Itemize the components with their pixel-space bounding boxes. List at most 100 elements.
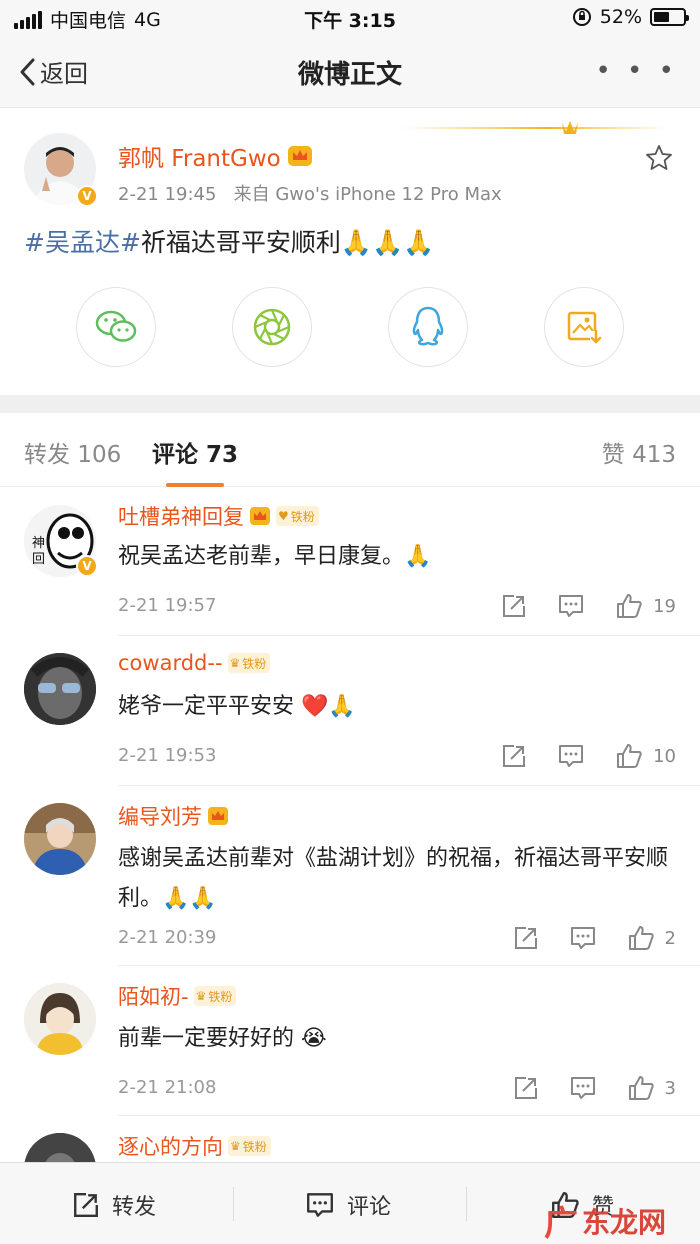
like-button[interactable]: 3	[627, 1075, 676, 1101]
reply-icon[interactable]	[569, 1075, 597, 1101]
save-image-icon	[567, 311, 602, 345]
fan-badge-label: 铁粉	[242, 656, 267, 671]
tab-like-count: 413	[632, 442, 676, 468]
commenter-name[interactable]: 吐槽弟神回复	[118, 501, 244, 531]
repost-icon[interactable]	[513, 925, 539, 951]
comment-item: 编导刘芳 感谢吴孟达前辈对《盐湖计划》的祝福，祈福达哥平安顺利。🙏🙏 2-21 …	[0, 787, 700, 967]
qq-icon	[412, 306, 444, 346]
post-time: 2-21 19:45	[118, 184, 217, 205]
divider	[466, 1187, 467, 1221]
orientation-lock-icon	[572, 8, 591, 26]
thumbs-up-icon	[617, 594, 642, 618]
tab-comment[interactable]: 评论 73	[152, 435, 239, 487]
comment-text: 姥爷一定平平安安 ❤️🙏	[118, 694, 356, 719]
divider	[118, 635, 700, 636]
tab-comment-count: 73	[206, 442, 239, 468]
crown-member-icon	[208, 807, 228, 825]
like-count: 2	[664, 927, 676, 949]
share-qq-button[interactable]	[388, 287, 468, 367]
post-source: 来自 Gwo's iPhone 12 Pro Max	[233, 184, 502, 205]
verified-badge-icon: V	[76, 555, 98, 577]
favorite-star-icon[interactable]	[644, 143, 674, 173]
commenter-avatar[interactable]	[24, 803, 96, 875]
thumbs-up-icon	[617, 744, 642, 768]
status-bar: 中国电信 4G 下午 3:15 52%	[0, 0, 700, 36]
tab-repost-count: 106	[77, 442, 122, 468]
comment-time: 2-21 19:57	[118, 595, 217, 616]
repost-icon[interactable]	[513, 1075, 539, 1101]
heart-icon: ♥	[278, 509, 289, 523]
battery-icon	[650, 8, 689, 26]
wechat-icon	[95, 310, 137, 342]
tab-repost-label: 转发	[24, 442, 70, 468]
share-row	[76, 287, 624, 367]
reply-icon[interactable]	[557, 743, 585, 769]
repost-button[interactable]: 转发	[72, 1189, 156, 1221]
commenter-name[interactable]: 编导刘芳	[118, 801, 202, 831]
divider	[118, 1115, 700, 1116]
comment-text: 祝吴孟达老前辈，早日康复。🙏	[118, 544, 432, 569]
like-count: 19	[653, 595, 676, 617]
like-button[interactable]: 2	[627, 925, 676, 951]
crown-member-icon	[287, 146, 312, 166]
navigation-bar: 返回 微博正文 • • •	[0, 36, 700, 108]
fan-badge: ♛ 铁粉	[228, 1136, 271, 1156]
weibo-post: V 郭帆 FrantGwo 2-21 19:45 来自 Gwo's iPhone…	[0, 109, 700, 395]
reply-icon[interactable]	[557, 593, 585, 619]
post-meta: 2-21 19:45 来自 Gwo's iPhone 12 Pro Max	[118, 180, 502, 206]
comment-time: 2-21 20:39	[118, 927, 217, 948]
comment-button[interactable]: 评论	[305, 1189, 391, 1221]
more-options-button[interactable]: • • •	[595, 56, 678, 86]
like-count: 10	[653, 745, 676, 767]
commenter-avatar[interactable]	[24, 983, 96, 1055]
commenter-avatar[interactable]	[24, 1133, 96, 1162]
author-name-row[interactable]: 郭帆 FrantGwo	[118, 139, 313, 173]
comment-item: 神回 V 吐槽弟神回复 ♥ 铁粉 祝吴孟达老前辈，早日康复。🙏 2-21 19:5…	[0, 487, 700, 637]
crown-icon: ♛	[230, 1139, 241, 1153]
save-image-button[interactable]	[544, 287, 624, 367]
share-moments-button[interactable]	[232, 287, 312, 367]
repost-icon[interactable]	[501, 593, 527, 619]
reply-icon[interactable]	[569, 925, 597, 951]
comment-item: cowardd-- ♛ 铁粉 姥爷一定平平安安 ❤️🙏 2-21 19:53 10	[0, 637, 700, 787]
svg-text:回: 回	[32, 552, 45, 567]
pray-emoji: 🙏🙏🙏	[340, 228, 435, 257]
interaction-tabs: 转发 106 评论 73 赞 413	[0, 413, 700, 487]
comment-item: 逐心的方向 ♛ 铁粉	[0, 1117, 700, 1162]
commenter-name[interactable]: 陌如初-	[118, 981, 189, 1011]
like-button[interactable]: 10	[615, 743, 676, 769]
verified-badge-icon: V	[76, 185, 98, 207]
crown-decoration-icon	[400, 121, 670, 134]
crown-member-icon	[250, 507, 270, 525]
topic-link[interactable]: #吴孟达#	[24, 228, 141, 257]
fan-badge-label: 铁粉	[242, 1139, 267, 1154]
share-wechat-button[interactable]	[76, 287, 156, 367]
divider	[118, 965, 700, 966]
like-count: 3	[664, 1077, 676, 1099]
tab-like-label: 赞	[601, 442, 625, 468]
repost-label: 转发	[112, 1195, 157, 1220]
watermark-text: 东龙网	[581, 1205, 666, 1239]
post-text: #吴孟达#祈福达哥平安顺利🙏🙏🙏	[24, 223, 434, 259]
divider	[118, 785, 700, 786]
thumbs-up-icon	[628, 926, 654, 950]
author-name[interactable]: 郭帆 FrantGwo	[118, 139, 281, 173]
comment-text: 感谢吴孟达前辈对《盐湖计划》的祝福，祈福达哥平安顺利。🙏🙏	[118, 846, 669, 911]
commenter-name[interactable]: cowardd--	[118, 651, 223, 675]
tab-repost[interactable]: 转发 106	[24, 435, 121, 469]
like-button[interactable]: 19	[615, 593, 676, 619]
tab-like[interactable]: 赞 413	[602, 435, 676, 469]
repost-icon[interactable]	[501, 743, 527, 769]
divider	[233, 1187, 234, 1221]
section-divider	[0, 395, 700, 413]
site-watermark: 广 东龙网	[544, 1196, 666, 1244]
comment-label: 评论	[347, 1195, 392, 1220]
fan-badge: ♛ 铁粉	[193, 986, 237, 1006]
fan-badge-label: 铁粉	[208, 989, 233, 1004]
comment-item: 陌如初- ♛ 铁粉 前辈一定要好好的 😭 2-21 21:08 3	[0, 967, 700, 1117]
commenter-name[interactable]: 逐心的方向	[118, 1131, 223, 1161]
comment-time: 2-21 21:08	[118, 1077, 217, 1098]
tab-comment-label: 评论	[152, 442, 198, 468]
commenter-avatar[interactable]	[24, 653, 96, 725]
comment-text: 前辈一定要好好的 😭	[118, 1026, 327, 1051]
